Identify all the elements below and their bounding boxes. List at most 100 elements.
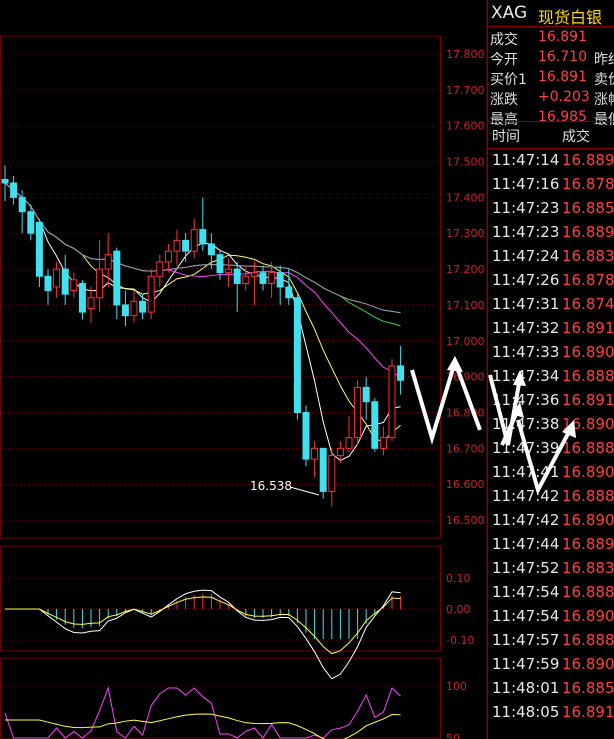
price-axis-label: 17.100 bbox=[446, 299, 485, 312]
tick-price: 16.888 bbox=[562, 631, 614, 649]
candle-body bbox=[285, 286, 293, 299]
candle-body bbox=[53, 268, 61, 288]
low-price-marker: 16.538 bbox=[250, 479, 320, 496]
candle-body bbox=[182, 239, 190, 252]
tick-time: 11:47:38 bbox=[492, 415, 560, 433]
tick-time: 11:47:23 bbox=[492, 199, 560, 217]
tick-price: 16.888 bbox=[562, 439, 614, 457]
candle-body bbox=[276, 272, 284, 288]
tick-price: 16.888 bbox=[562, 487, 614, 505]
candle-body bbox=[78, 282, 86, 313]
tick-row: 11:47:33 16.890 bbox=[488, 341, 614, 365]
candle-body bbox=[345, 437, 353, 449]
tick-row: 11:47:14 16.889 bbox=[488, 149, 614, 173]
quote-label: 今开 bbox=[490, 52, 518, 68]
price-chart[interactable]: 17.800 17.700 17.600 17.500 17.400 17.300 17.2… bbox=[0, 0, 487, 739]
tick-time: 11:47:59 bbox=[492, 655, 560, 673]
tick-price: 16.888 bbox=[562, 367, 614, 385]
tick-price: 16.891 bbox=[562, 703, 614, 721]
candle-body bbox=[104, 254, 112, 270]
candle-body bbox=[199, 229, 207, 245]
symbol-code: XAG bbox=[491, 3, 528, 23]
candle-body bbox=[18, 196, 26, 213]
candle-body bbox=[328, 455, 336, 492]
candle-body bbox=[250, 272, 258, 277]
tick-row: 11:47:32 16.891 bbox=[488, 317, 614, 341]
candle-body bbox=[242, 275, 250, 284]
kdj-k-line bbox=[4, 686, 401, 739]
macd-axis-label: -0.10 bbox=[446, 634, 474, 647]
quote-label: 涨跌 bbox=[490, 92, 518, 108]
candle-body bbox=[311, 447, 319, 460]
tick-price: 16.890 bbox=[562, 511, 614, 529]
candle-body bbox=[10, 182, 18, 198]
candle-body bbox=[319, 447, 327, 492]
tick-price: 16.878 bbox=[562, 271, 614, 289]
price-axis-label: 16.500 bbox=[446, 514, 485, 527]
tick-time: 11:47:26 bbox=[492, 271, 560, 289]
chart-grid bbox=[0, 0, 487, 739]
hand-drawn-arrows bbox=[410, 355, 482, 445]
quote-extra-label: 昨结 bbox=[594, 52, 614, 68]
tick-row: 11:47:44 16.889 bbox=[488, 533, 614, 557]
tick-time: 11:48:01 bbox=[492, 679, 560, 697]
tick-row: 11:47:54 16.888 bbox=[488, 581, 614, 605]
tick-time: 11:47:54 bbox=[492, 583, 560, 601]
candle-body bbox=[207, 243, 215, 256]
tick-price: 16.885 bbox=[562, 199, 614, 217]
candle-body bbox=[259, 272, 267, 284]
tick-price: 16.885 bbox=[562, 679, 614, 697]
tick-price: 16.890 bbox=[562, 655, 614, 673]
tick-time: 11:48:05 bbox=[492, 703, 560, 721]
candle-body bbox=[35, 221, 43, 277]
tick-row: 11:47:26 16.878 bbox=[488, 269, 614, 293]
tick-price: 16.890 bbox=[562, 343, 614, 361]
tick-row: 11:47:59 16.890 bbox=[488, 653, 614, 677]
quote-row: 今开 16.710 昨结 bbox=[488, 48, 614, 68]
tick-row: 11:47:23 16.885 bbox=[488, 197, 614, 221]
price-axis-label: 17.700 bbox=[446, 84, 485, 97]
candle-body bbox=[113, 250, 121, 306]
price-axis-label: 17.600 bbox=[446, 120, 485, 133]
quote-value: +0.203 bbox=[538, 89, 590, 105]
macd-axis-label: 0.00 bbox=[446, 603, 471, 616]
price-axis-label: 16.800 bbox=[446, 407, 485, 420]
kdj-axis-label: 50 bbox=[446, 732, 460, 739]
tick-row: 11:47:24 16.883 bbox=[488, 245, 614, 269]
ticks-header-time: 时间 bbox=[492, 129, 520, 145]
tick-row: 11:47:23 16.889 bbox=[488, 221, 614, 245]
low-price-label: 16.538 bbox=[250, 479, 292, 493]
price-axis-label: 17.300 bbox=[446, 227, 485, 240]
price-axis-label: 17.200 bbox=[446, 263, 485, 276]
candle-body bbox=[397, 365, 405, 381]
candle-body bbox=[1, 178, 9, 184]
candle-body bbox=[147, 275, 155, 313]
tick-time: 11:47:44 bbox=[492, 535, 560, 553]
tick-price: 16.889 bbox=[562, 223, 614, 241]
tick-price: 16.874 bbox=[562, 295, 614, 313]
candle-body bbox=[156, 261, 164, 277]
candle-body bbox=[27, 211, 35, 234]
quote-row: 成交 16.891 bbox=[488, 28, 614, 48]
quote-value: 16.710 bbox=[538, 49, 587, 65]
candle-body bbox=[190, 229, 198, 252]
tick-price: 16.890 bbox=[562, 607, 614, 625]
tick-price: 16.890 bbox=[562, 463, 614, 481]
price-axis-label: 16.600 bbox=[446, 478, 485, 491]
tick-row: 11:47:42 16.890 bbox=[488, 509, 614, 533]
tick-row: 11:48:01 16.885 bbox=[488, 677, 614, 701]
price-axis-label: 17.800 bbox=[446, 48, 485, 61]
tick-time: 11:47:23 bbox=[492, 223, 560, 241]
tick-row: 11:47:54 16.890 bbox=[488, 605, 614, 629]
candle-body bbox=[225, 268, 233, 274]
candle-body bbox=[87, 297, 95, 310]
candle-body bbox=[233, 268, 241, 284]
candlestick-series bbox=[1, 165, 405, 507]
candle-body bbox=[336, 447, 344, 457]
ticks-header-price: 成交 bbox=[562, 129, 590, 145]
tick-price: 16.888 bbox=[562, 583, 614, 601]
quote-label: 成交 bbox=[490, 32, 518, 48]
candle-body bbox=[302, 412, 310, 460]
candle-body bbox=[96, 268, 104, 299]
indicator-panels bbox=[4, 589, 402, 739]
